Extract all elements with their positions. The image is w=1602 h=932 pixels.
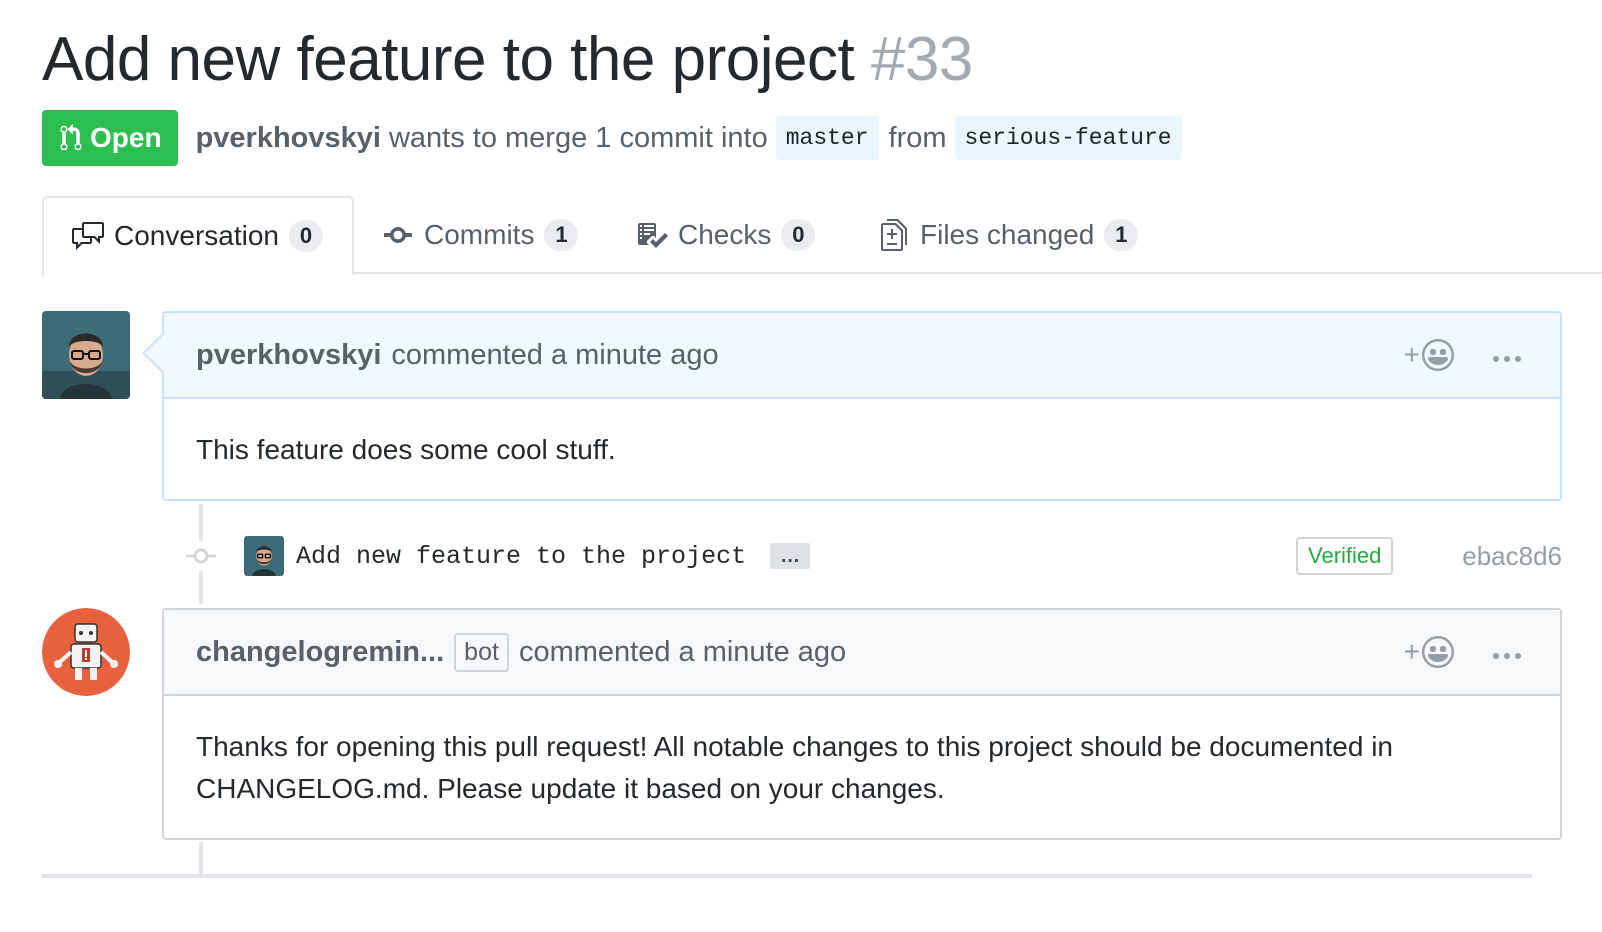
comment-header: pverkhovskyi commented a minute ago +: [164, 313, 1560, 399]
comment-timestamp[interactable]: commented a minute ago: [519, 636, 846, 669]
add-reaction-button[interactable]: +: [1404, 339, 1454, 371]
merge-text: wants to merge 1 commit into: [388, 121, 768, 154]
commit-expand-button[interactable]: …: [770, 543, 811, 569]
tab-counter: 0: [781, 219, 816, 251]
tab-commits[interactable]: Commits 1: [382, 196, 579, 274]
comment-text-line: Thanks for opening this pull request! Al…: [196, 731, 1393, 762]
state-badge: Open: [42, 110, 178, 166]
diff-icon: [881, 219, 907, 251]
pr-number: #33: [870, 25, 973, 94]
tab-counter: 0: [288, 220, 323, 252]
timeline-line: [199, 842, 203, 874]
more-options-button[interactable]: [1492, 339, 1522, 372]
comment-actions: +: [1404, 610, 1522, 694]
robot-avatar-image: [42, 608, 130, 696]
tab-label: Conversation: [114, 220, 279, 251]
commit-node-icon: [186, 541, 216, 571]
git-commit-icon: [186, 548, 216, 564]
pr-author-link[interactable]: pverkhovskyi: [196, 122, 381, 155]
timeline-commit: Add new feature to the project … Verifie…: [186, 534, 1562, 578]
comment-header: changelogremin... bot commented a minute…: [164, 610, 1560, 696]
smiley-icon: [1422, 339, 1454, 371]
git-pull-request-icon: [60, 124, 82, 151]
commit-author-avatar[interactable]: [244, 536, 284, 576]
pr-tabs: Conversation 0 Commits 1 Checks 0 Files …: [42, 196, 1602, 276]
from-text: from: [888, 121, 947, 154]
pr-title-text: Add new feature to the project: [42, 25, 855, 94]
tab-counter: 1: [1104, 219, 1139, 251]
bot-badge: bot: [454, 632, 509, 672]
comment-timestamp[interactable]: commented a minute ago: [391, 339, 718, 372]
avatar[interactable]: [42, 311, 130, 399]
merge-summary: pverkhovskyi wants to merge 1 commit int…: [196, 116, 1192, 160]
comment-card: pverkhovskyi commented a minute ago + Th…: [142, 311, 1562, 501]
kebab-horizontal-icon: [1493, 355, 1521, 362]
user-avatar-image: [244, 536, 284, 576]
more-options-button[interactable]: [1492, 636, 1522, 669]
verified-badge[interactable]: Verified: [1296, 537, 1394, 575]
bot-avatar[interactable]: [42, 608, 130, 696]
kebab-horizontal-icon: [1493, 652, 1521, 659]
tab-conversation[interactable]: Conversation 0: [42, 196, 354, 276]
tab-label: Checks: [678, 219, 772, 250]
comment-body: This feature does some cool stuff.: [164, 399, 1560, 501]
comment-body: Thanks for opening this pull request! Al…: [164, 696, 1560, 840]
checklist-icon: [638, 223, 668, 248]
commit-sha-link[interactable]: ebac8d6: [1462, 541, 1562, 572]
comment-author-link[interactable]: changelogremin...: [196, 636, 444, 669]
tab-label: Files changed: [920, 219, 1095, 250]
base-branch[interactable]: master: [775, 116, 879, 160]
head-branch[interactable]: serious-feature: [954, 116, 1182, 160]
tab-checks[interactable]: Checks 0: [636, 196, 816, 274]
tab-counter: 1: [544, 219, 579, 251]
comment-text: This feature does some cool stuff.: [196, 434, 616, 465]
pr-title: Add new feature to the project #33: [42, 24, 973, 96]
comment-actions: +: [1404, 313, 1522, 397]
state-label: Open: [90, 122, 162, 153]
timeline-divider: [42, 874, 1532, 878]
commit-message-link[interactable]: Add new feature to the project: [296, 542, 746, 571]
comment-author-link[interactable]: pverkhovskyi: [196, 339, 381, 372]
plus-text: +: [1403, 636, 1420, 667]
pr-meta: Open pverkhovskyi wants to merge 1 commi…: [42, 110, 1192, 166]
add-reaction-button[interactable]: +: [1404, 636, 1454, 668]
comment-card: changelogremin... bot commented a minute…: [162, 608, 1562, 840]
smiley-icon: [1422, 636, 1454, 668]
comment-text-line: CHANGELOG.md. Please update it based on …: [196, 773, 945, 804]
comment-discussion-icon: [72, 222, 104, 250]
tab-label: Commits: [424, 219, 535, 250]
git-commit-icon: [384, 227, 412, 243]
user-avatar-image: [42, 311, 130, 399]
plus-text: +: [1403, 339, 1420, 370]
tab-files-changed[interactable]: Files changed 1: [878, 196, 1139, 274]
